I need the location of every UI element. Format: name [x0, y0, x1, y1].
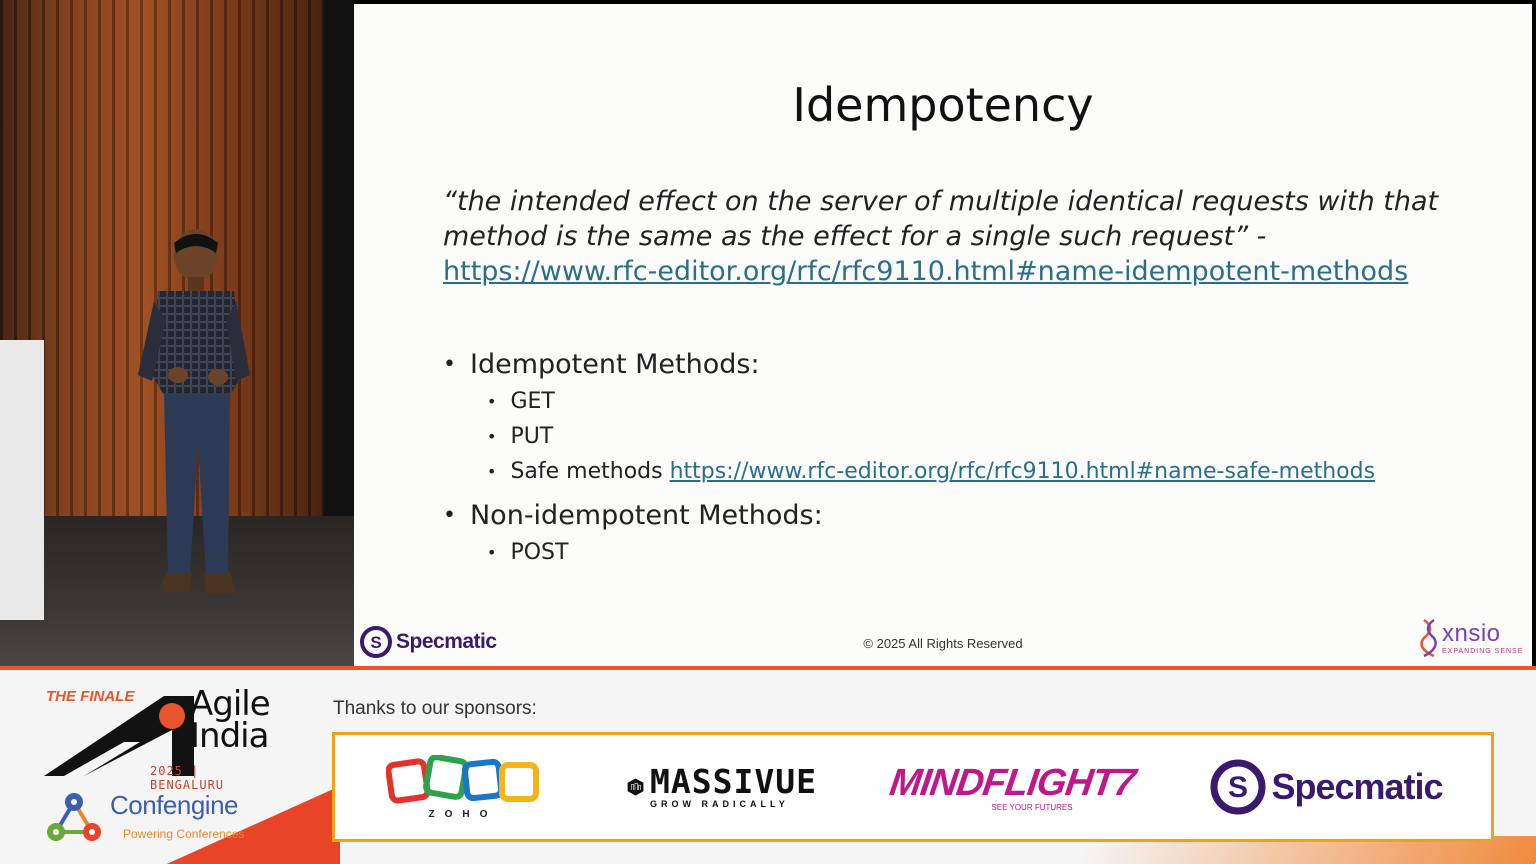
- agile-india-branding: THE FINALE Agile India 2025 | BENGALURU …: [40, 684, 271, 859]
- sponsor-banner: THE FINALE Agile India 2025 | BENGALURU …: [0, 666, 1536, 864]
- sub-bullet-post: • POST: [443, 535, 1375, 570]
- banner-stripe: [0, 666, 1536, 670]
- sub-bullet-label: POST: [510, 540, 569, 565]
- zoho-logo-icon: [386, 754, 539, 804]
- rfc-quote: “the intended effect on the server of mu…: [443, 184, 1503, 289]
- sponsors-box: ZOHO MASSIVUE GROW RADICALLY MINDFLIGHT7…: [332, 732, 1494, 842]
- confengine-icon: [47, 793, 101, 841]
- bullet-icon: •: [443, 503, 456, 528]
- zoho-name: ZOHO: [428, 808, 498, 820]
- safe-methods-link[interactable]: https://www.rfc-editor.org/rfc/rfc9110.h…: [670, 454, 1375, 489]
- bullet-idempotent-methods: • Idempotent Methods:: [443, 346, 1375, 384]
- mindflight7-name: MINDFLIGHT7: [886, 761, 1138, 804]
- specmatic-icon: S: [1210, 759, 1266, 815]
- bullet-icon: •: [487, 392, 497, 411]
- speaker-figure: [138, 229, 250, 593]
- agile-india-title: Agile India: [190, 687, 271, 756]
- sub-bullet-put: • PUT: [443, 419, 1375, 454]
- podium: [0, 340, 44, 620]
- sub-bullet-get: • GET: [443, 384, 1375, 419]
- confengine-tagline: Powering Conferences: [123, 827, 245, 841]
- dna-icon: [1420, 618, 1437, 658]
- confengine-name: Confengine: [110, 790, 239, 820]
- massivue-name: MASSIVUE: [650, 762, 817, 801]
- bullet-icon: •: [487, 462, 497, 481]
- presentation-slide: Idempotency “the intended effect on the …: [354, 4, 1532, 666]
- xnsio-logo: xnsio EXPANDING SENSE: [1420, 618, 1524, 660]
- sponsor-mindflight7: MINDFLIGHT7 SEE YOUR FUTURES: [887, 735, 1137, 839]
- bullet-icon: •: [443, 352, 456, 377]
- copyright: © 2025 All Rights Reserved: [863, 636, 1023, 651]
- event-year: 2025 | BENGALURU: [150, 764, 225, 792]
- specmatic-name: Specmatic: [1271, 766, 1443, 807]
- bullet-icon: •: [487, 543, 497, 562]
- bullet-list: • Idempotent Methods: • GET • PUT • Safe…: [443, 346, 1375, 570]
- sub-bullet-label: Safe methods: [510, 459, 663, 484]
- sponsor-massivue: MASSIVUE GROW RADICALLY: [627, 735, 817, 839]
- svg-text:S: S: [1228, 771, 1248, 804]
- bullet-label: Non-idempotent Methods:: [469, 500, 823, 531]
- sub-bullet-label: PUT: [510, 424, 554, 449]
- idempotent-methods-link[interactable]: https://www.rfc-editor.org/rfc/rfc9110.h…: [443, 254, 1503, 289]
- slide-footer: S Specmatic © 2025 All Rights Reserved x…: [354, 618, 1532, 660]
- slide-title: Idempotency: [792, 78, 1094, 132]
- massivue-logo-icon: [627, 778, 644, 796]
- speaker-video: [0, 0, 354, 666]
- sponsors-heading: Thanks to our sponsors:: [333, 698, 537, 719]
- agile-india-line2: India: [190, 716, 269, 756]
- xnsio-tagline: EXPANDING SENSE: [1442, 648, 1524, 655]
- bullet-non-idempotent-methods: • Non-idempotent Methods:: [443, 497, 1375, 535]
- sub-bullet-safe-methods: • Safe methods https://www.rfc-editor.or…: [443, 454, 1375, 489]
- sponsor-zoho: ZOHO: [383, 735, 543, 839]
- quote-text: “the intended effect on the server of mu…: [443, 186, 1439, 252]
- stage-shadow: [324, 0, 354, 520]
- bullet-icon: •: [487, 427, 497, 446]
- sub-bullet-label: GET: [510, 389, 555, 414]
- sponsor-specmatic: S Specmatic: [1201, 735, 1451, 839]
- bullet-label: Idempotent Methods:: [469, 349, 760, 380]
- xnsio-name: xnsio: [1442, 620, 1501, 647]
